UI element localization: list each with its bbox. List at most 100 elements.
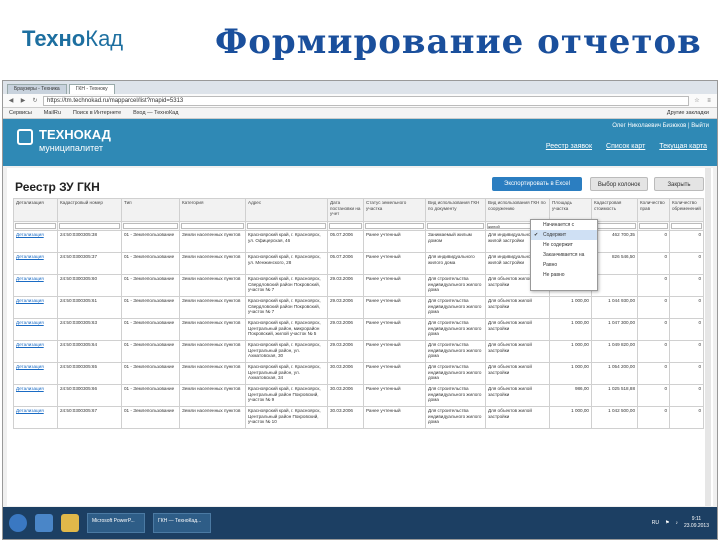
column-header[interactable]: Адрес bbox=[245, 198, 328, 222]
bookmarks-other[interactable]: Другие закладки bbox=[667, 110, 709, 116]
filter-input[interactable] bbox=[639, 223, 668, 229]
clock[interactable]: 9:11 23.09.2013 bbox=[684, 516, 709, 530]
user-info[interactable]: Олег Николаевич Бизюков | Выйти bbox=[612, 123, 709, 129]
nav-maps-link[interactable]: Список карт bbox=[606, 143, 645, 150]
table-cell: 0 bbox=[637, 362, 670, 385]
lang-indicator[interactable]: RU bbox=[652, 520, 659, 526]
detail-link[interactable]: Детализация bbox=[13, 384, 58, 407]
choose-columns-button[interactable]: Выбор колонок bbox=[590, 177, 648, 191]
export-excel-button[interactable]: Экспортировать в Excel bbox=[492, 177, 582, 191]
filter-cell bbox=[245, 221, 328, 231]
volume-icon[interactable]: ♪ bbox=[675, 520, 678, 526]
table-cell: Ранее учтенный bbox=[363, 252, 426, 275]
column-header[interactable]: Тип bbox=[121, 198, 180, 222]
flag-icon[interactable]: ⚑ bbox=[665, 520, 669, 526]
table-row: Детализация 24:50:0300305:63 01 - Землепол… bbox=[13, 318, 704, 341]
dropdown-option[interactable]: Равно bbox=[531, 260, 597, 270]
column-header[interactable]: Количество обременений bbox=[669, 198, 704, 222]
dropdown-option[interactable]: Начинается с bbox=[531, 220, 597, 230]
filter-input[interactable] bbox=[427, 223, 484, 229]
table-cell: Земли населенных пунктов bbox=[179, 384, 246, 407]
table-cell: 0 bbox=[669, 340, 704, 363]
detail-link[interactable]: Детализация bbox=[13, 362, 58, 385]
detail-link[interactable]: Детализация bbox=[13, 274, 58, 297]
logo-part1: Техно bbox=[22, 26, 86, 51]
folder-icon[interactable] bbox=[61, 514, 79, 532]
detail-link[interactable]: Детализация bbox=[13, 318, 58, 341]
filter-input[interactable] bbox=[123, 223, 178, 229]
logo-part2: Кад bbox=[85, 26, 124, 51]
column-header[interactable]: Детализация bbox=[13, 198, 58, 222]
top-nav: Реестр заявок Список карт Текущая карта bbox=[546, 143, 707, 150]
filter-cell bbox=[591, 221, 638, 231]
table-cell: Для строительства индивидуального жилого… bbox=[425, 362, 486, 385]
filter-input[interactable] bbox=[365, 223, 424, 229]
back-icon[interactable]: ◀ bbox=[7, 97, 15, 104]
table-cell: 0 bbox=[669, 406, 704, 429]
filter-input[interactable] bbox=[247, 223, 326, 229]
table-header-row: Детализация Кадастровый номер Тип Катего… bbox=[13, 198, 704, 222]
bookmark-item[interactable]: MailRu bbox=[44, 110, 61, 116]
forward-icon[interactable]: ▶ bbox=[19, 97, 27, 104]
taskbar-powerpoint[interactable]: Microsoft PowerP... bbox=[87, 513, 145, 533]
column-header[interactable]: Кадастровая стоимость bbox=[591, 198, 638, 222]
table-cell: 01 - Землепользование bbox=[121, 406, 180, 429]
star-icon[interactable]: ☆ bbox=[693, 97, 701, 104]
dropdown-option[interactable]: Заканчивается на bbox=[531, 250, 597, 260]
filter-input[interactable] bbox=[181, 223, 244, 229]
detail-link[interactable]: Детализация bbox=[13, 230, 58, 253]
column-header[interactable]: Статус земельного участка bbox=[363, 198, 426, 222]
column-header[interactable]: Категория bbox=[179, 198, 246, 222]
reload-icon[interactable]: ↻ bbox=[31, 97, 39, 104]
taskbar-browser[interactable]: ГКН — ТехноКад... bbox=[153, 513, 211, 533]
filter-cell bbox=[121, 221, 180, 231]
bookmark-item[interactable]: Сервисы bbox=[9, 110, 32, 116]
table-cell: 01 - Землепользование bbox=[121, 296, 180, 319]
page-title: Реестр ЗУ ГКН bbox=[15, 180, 100, 194]
dropdown-option-selected[interactable]: Содержит bbox=[531, 230, 597, 240]
filter-input[interactable] bbox=[15, 223, 56, 229]
nav-current-map-link[interactable]: Текущая карта bbox=[659, 143, 707, 150]
vertical-scrollbar[interactable] bbox=[705, 168, 711, 506]
taskbar: Microsoft PowerP... ГКН — ТехноКад... RU… bbox=[3, 507, 717, 539]
filter-input[interactable] bbox=[59, 223, 120, 229]
column-header[interactable]: Дата постановки на учет bbox=[327, 198, 364, 222]
browser-tab[interactable]: Браузеры - Техника bbox=[7, 84, 67, 94]
filter-cell bbox=[57, 221, 122, 231]
column-header[interactable]: Вид использования ГКН по документу bbox=[425, 198, 486, 222]
detail-link[interactable]: Детализация bbox=[13, 296, 58, 319]
filter-cell bbox=[637, 221, 670, 231]
menu-icon[interactable]: ≡ bbox=[705, 98, 713, 104]
dropdown-option[interactable]: Не содержит bbox=[531, 240, 597, 250]
filter-input[interactable] bbox=[593, 223, 636, 229]
table-cell: 0 bbox=[637, 296, 670, 319]
column-header[interactable]: Кадастровый номер bbox=[57, 198, 122, 222]
dropdown-option[interactable]: Не равно bbox=[531, 270, 597, 280]
url-input[interactable]: https://tm.technokad.ru/mapparcel/list?m… bbox=[43, 95, 689, 106]
table-cell: 29.03.2006 bbox=[327, 296, 364, 319]
detail-link[interactable]: Детализация bbox=[13, 252, 58, 275]
table-cell: Земли населенных пунктов bbox=[179, 274, 246, 297]
table-cell: 1 000,00 bbox=[549, 340, 592, 363]
table-cell: 1 000,00 bbox=[549, 318, 592, 341]
table-cell: 01 - Землепользование bbox=[121, 318, 180, 341]
table-cell: 1 000,00 bbox=[549, 296, 592, 319]
start-icon[interactable] bbox=[9, 514, 27, 532]
table-cell: 01 - Землепользование bbox=[121, 230, 180, 253]
detail-link[interactable]: Детализация bbox=[13, 340, 58, 363]
close-button[interactable]: Закрыть bbox=[654, 177, 704, 191]
filter-input[interactable] bbox=[671, 223, 702, 229]
detail-link[interactable]: Детализация bbox=[13, 406, 58, 429]
bookmark-item[interactable]: Поиск в Интернете bbox=[73, 110, 121, 116]
browser-tab-active[interactable]: ГКН - Техноку bbox=[68, 84, 115, 94]
column-header[interactable]: Количество прав bbox=[637, 198, 670, 222]
nav-registry-link[interactable]: Реестр заявок bbox=[546, 143, 592, 150]
bookmark-item[interactable]: Вход — ТехноКад bbox=[133, 110, 178, 116]
ie-icon[interactable] bbox=[35, 514, 53, 532]
table-cell: Для строительства индивидуального жилого… bbox=[425, 274, 486, 297]
browser-screenshot: Браузеры - Техника ГКН - Техноку ◀ ▶ ↻ h… bbox=[2, 80, 718, 540]
filter-input[interactable] bbox=[329, 223, 362, 229]
table-cell: 0 bbox=[669, 230, 704, 253]
table-cell: 1 047 300,00 bbox=[591, 318, 638, 341]
table-cell: 24:50:0300305:60 bbox=[57, 274, 122, 297]
